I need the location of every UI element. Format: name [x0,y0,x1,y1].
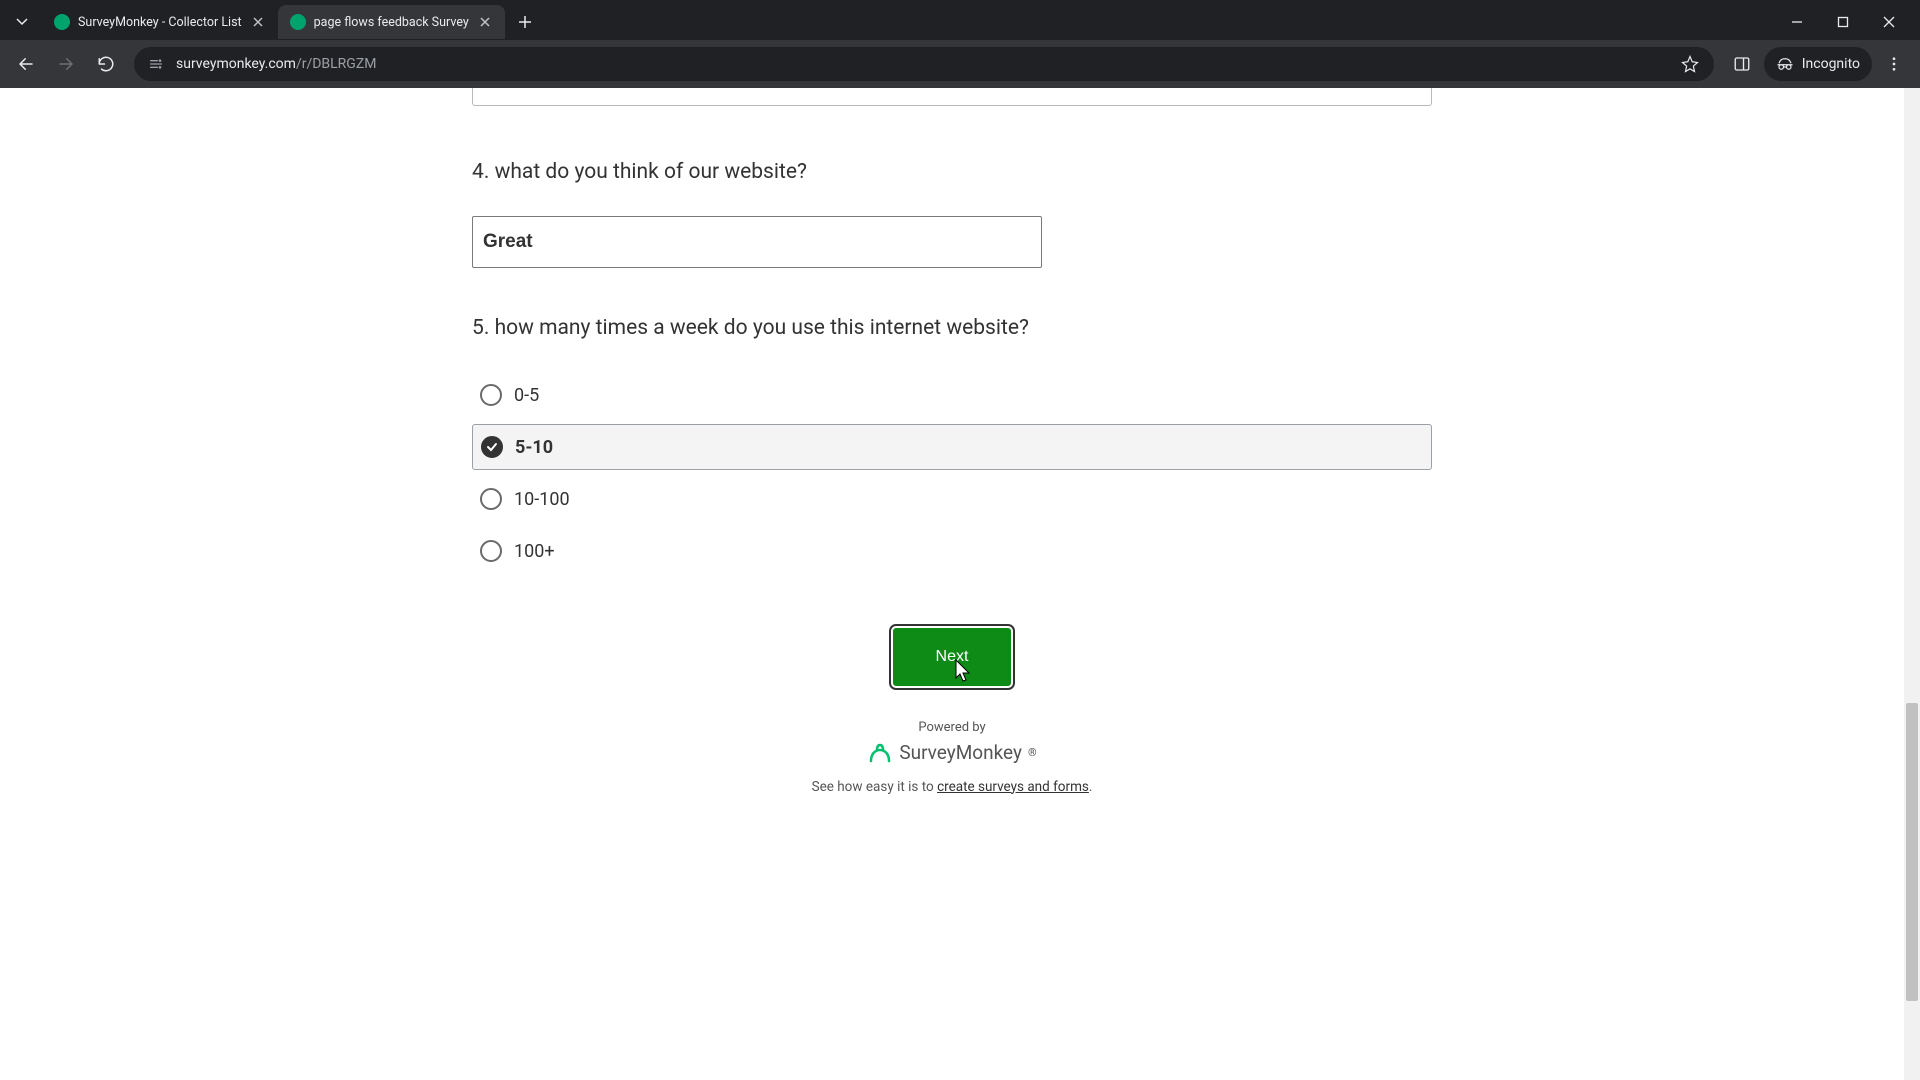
bookmark-button[interactable] [1678,52,1702,76]
question-4-input[interactable] [472,216,1042,268]
close-icon[interactable] [250,14,266,30]
radio-option-0-5[interactable]: 0-5 [472,372,1432,418]
option-label: 10-100 [514,489,570,510]
side-panel-button[interactable] [1724,46,1760,82]
tab-bar: SurveyMonkey - Collector List page flows… [0,0,1920,40]
arrow-left-icon [17,55,35,73]
scrollbar-track[interactable] [1904,88,1920,1080]
minimize-icon [1791,16,1803,28]
address-bar[interactable]: surveymonkey.com/r/DBLRGZM [134,47,1714,81]
incognito-icon [1776,55,1794,73]
surveymonkey-logo[interactable]: SurveyMonkey® [867,741,1036,764]
page-content: 4. what do you think of our website? 5. … [0,88,1904,1080]
new-tab-button[interactable] [511,8,539,36]
reload-button[interactable] [88,46,124,82]
monkey-icon [867,743,893,763]
star-icon [1681,55,1699,73]
option-label: 0-5 [514,385,539,406]
browser-menu-button[interactable] [1876,46,1912,82]
browser-chrome: SurveyMonkey - Collector List page flows… [0,0,1920,88]
favicon-icon [290,14,306,30]
radio-icon [480,540,502,562]
arrow-right-icon [57,55,75,73]
close-window-button[interactable] [1866,5,1912,39]
maximize-button[interactable] [1820,5,1866,39]
survey-footer: Powered by SurveyMonkey® See how easy it… [472,720,1432,795]
side-panel-icon [1733,55,1751,73]
incognito-label: Incognito [1802,56,1860,72]
site-settings-icon[interactable] [146,54,166,74]
toolbar: surveymonkey.com/r/DBLRGZM Incognito [0,40,1920,88]
footer-tagline: See how easy it is to create surveys and… [472,779,1432,795]
option-label: 100+ [514,541,555,562]
tab-search-dropdown[interactable] [8,8,36,36]
option-label: 5-10 [515,437,553,458]
radio-icon [480,384,502,406]
incognito-chip[interactable]: Incognito [1764,47,1872,81]
previous-answer-box[interactable] [472,88,1432,106]
radio-icon [480,488,502,510]
tab-title: page flows feedback Survey [314,15,469,30]
question-4-title: 4. what do you think of our website? [472,160,1432,184]
radio-option-5-10[interactable]: 5-10 [472,424,1432,470]
chevron-down-icon [16,16,28,28]
create-surveys-link[interactable]: create surveys and forms [937,779,1089,795]
window-controls [1774,5,1912,39]
question-5-title: 5. how many times a week do you use this… [472,316,1432,340]
next-button-label: Next [936,648,969,665]
brand-name: SurveyMonkey [899,741,1022,764]
back-button[interactable] [8,46,44,82]
plus-icon [518,15,532,29]
favicon-icon [54,14,70,30]
tab-survey[interactable]: page flows feedback Survey [278,5,505,39]
radio-option-10-100[interactable]: 10-100 [472,476,1432,522]
radio-option-100-plus[interactable]: 100+ [472,528,1432,574]
tab-title: SurveyMonkey - Collector List [78,15,242,30]
tab-collector-list[interactable]: SurveyMonkey - Collector List [42,5,278,39]
forward-button[interactable] [48,46,84,82]
close-icon [1883,16,1895,28]
scrollbar-thumb[interactable] [1906,703,1918,1001]
url-text: surveymonkey.com/r/DBLRGZM [176,56,1668,72]
reload-icon [97,55,115,73]
maximize-icon [1837,16,1849,28]
radio-checked-icon [481,436,503,458]
survey-form: 4. what do you think of our website? 5. … [472,88,1432,795]
kebab-icon [1885,55,1903,73]
minimize-button[interactable] [1774,5,1820,39]
next-button[interactable]: Next [893,628,1011,686]
powered-by-label: Powered by [472,720,1432,735]
page-viewport: 4. what do you think of our website? 5. … [0,88,1920,1080]
close-icon[interactable] [477,14,493,30]
question-5-options: 0-5 5-10 10-100 100+ [472,372,1432,574]
